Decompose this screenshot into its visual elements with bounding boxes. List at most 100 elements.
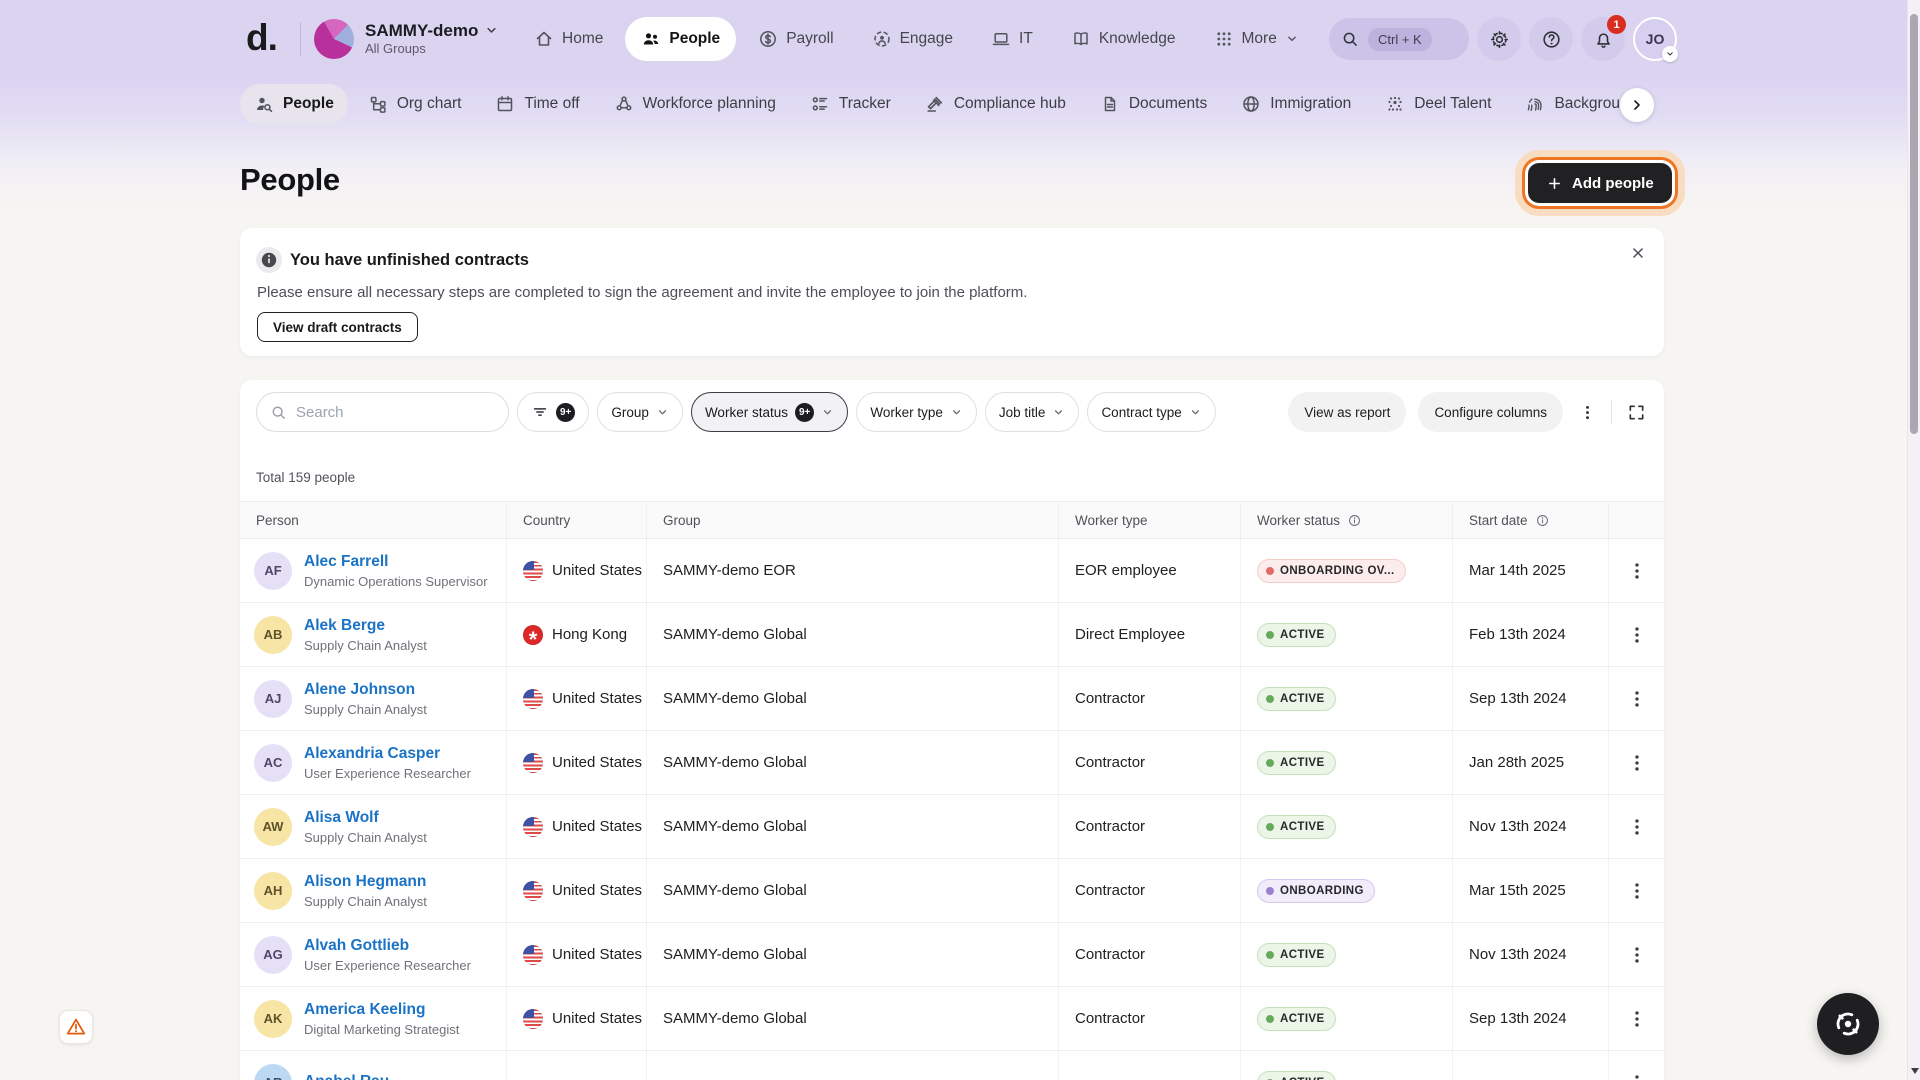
worker-type-cell: Direct Employee [1058,603,1240,666]
country-flag-icon [523,561,543,581]
primary-nav: Home People Payroll Engage IT Knowledge … [518,17,1315,61]
org-switcher[interactable]: SAMMY-demo All Groups [314,19,499,59]
status-dot [1266,631,1274,639]
search-icon [1341,30,1359,48]
document-icon [1100,94,1120,114]
status-dot [1266,887,1274,895]
record-icon [1833,1009,1863,1039]
sidebar-item-people[interactable]: People [240,84,348,124]
person-name-link[interactable]: Anabel Rau [304,1072,389,1080]
avatar: AH [254,872,292,910]
filter-worker-type[interactable]: Worker type [856,392,977,432]
column-header-person: Person [240,502,506,538]
country-name: Hong Kong [552,626,627,643]
status-dot [1266,567,1274,575]
vertical-scrollbar[interactable] [1907,0,1920,1080]
sidebar-item-time-off[interactable]: Time off [481,84,593,124]
configure-columns-button[interactable]: Configure columns [1418,392,1563,432]
sidebar-item-org-chart[interactable]: Org chart [354,84,476,124]
user-initials: JO [1646,31,1665,47]
scrollbar-thumb[interactable] [1910,14,1918,434]
table-row: AH Alison Hegmann Supply Chain Analyst U… [240,859,1664,923]
add-people-button[interactable]: Add people [1528,163,1672,203]
row-actions-kebab[interactable] [1626,944,1648,966]
warning-button[interactable] [59,1010,93,1044]
sidebar-item-workforce-planning[interactable]: Workforce planning [600,84,790,124]
person-name-link[interactable]: Alison Hegmann [304,872,427,892]
status-dot [1266,951,1274,959]
row-actions-kebab[interactable] [1626,752,1648,774]
info-icon[interactable] [1535,513,1550,528]
status-dot [1266,695,1274,703]
person-name-link[interactable]: Alvah Gottlieb [304,936,471,956]
page-title: People [240,162,340,198]
person-name-link[interactable]: Alek Berge [304,616,427,636]
screen-record-button[interactable] [1817,993,1879,1055]
notifications-button[interactable]: 1 [1581,17,1625,61]
sidebar-item-immigration[interactable]: Immigration [1227,84,1365,124]
country-flag-icon [523,689,543,709]
nav-it[interactable]: IT [975,17,1049,61]
nav-home[interactable]: Home [518,17,619,61]
search-input[interactable] [296,404,481,421]
info-icon[interactable] [1347,513,1362,528]
filters-button[interactable]: 9+ [517,392,589,432]
avatar: AJ [254,680,292,718]
view-as-report-button[interactable]: View as report [1288,392,1406,432]
filter-group[interactable]: Group [597,392,683,432]
chevron-down-icon [484,23,499,38]
worker-type-cell: Contractor [1058,731,1240,794]
group-cell: SAMMY-demo Global [646,987,1058,1050]
view-draft-contracts-button[interactable]: View draft contracts [257,312,418,342]
settings-button[interactable] [1477,17,1521,61]
person-name-link[interactable]: Alene Johnson [304,680,427,700]
filter-job-title[interactable]: Job title [985,392,1080,432]
help-button[interactable] [1529,17,1573,61]
avatar: AW [254,808,292,846]
person-job-title: Supply Chain Analyst [304,637,427,654]
person-name-link[interactable]: Alisa Wolf [304,808,427,828]
org-chart-icon [368,94,388,114]
sidebar-item-compliance-hub[interactable]: Compliance hub [911,84,1080,124]
nav-payroll[interactable]: Payroll [742,17,849,61]
nav-people[interactable]: People [625,17,736,61]
row-actions-kebab[interactable] [1626,560,1648,582]
filter-worker-status[interactable]: Worker status 9+ [691,392,848,432]
row-actions-kebab[interactable] [1626,624,1648,646]
filter-icon [531,403,549,421]
nav-knowledge[interactable]: Knowledge [1055,17,1192,61]
banner-close-button[interactable] [1628,244,1648,264]
filter-contract-type[interactable]: Contract type [1087,392,1215,432]
calendar-icon [495,94,515,114]
row-actions-kebab[interactable] [1626,688,1648,710]
scrollbar-down-arrow[interactable] [1911,1068,1919,1074]
person-name-link[interactable]: Alexandria Casper [304,744,471,764]
nav-engage[interactable]: Engage [856,17,969,61]
country-flag-icon [523,817,543,837]
status-badge: ACTIVE [1257,1007,1336,1031]
group-cell: SAMMY-demo Global [646,923,1058,986]
global-search[interactable]: Ctrl + K [1329,18,1469,60]
person-job-title: Supply Chain Analyst [304,893,427,910]
fullscreen-button[interactable] [1624,400,1648,424]
column-header-country: Country [506,502,646,538]
sidebar-item-documents[interactable]: Documents [1086,84,1221,124]
sidebar-item-deel-talent[interactable]: Deel Talent [1371,84,1505,124]
chevron-down-icon [950,406,963,419]
start-date-cell: Nov 13th 2024 [1452,795,1608,858]
chevron-down-icon [1189,406,1202,419]
book-icon [1071,29,1091,49]
row-actions-kebab[interactable] [1626,816,1648,838]
user-avatar[interactable]: JO [1633,17,1677,61]
table-search[interactable] [256,392,509,432]
row-actions-kebab[interactable] [1626,880,1648,902]
nav-more[interactable]: More [1198,17,1315,61]
row-actions-kebab[interactable] [1626,1008,1648,1030]
row-actions-kebab[interactable] [1626,1072,1648,1080]
subnav-scroll-right-button[interactable] [1620,88,1654,122]
person-name-link[interactable]: America Keeling [304,1000,459,1020]
person-name-link[interactable]: Alec Farrell [304,552,488,572]
banner-body: Please ensure all necessary steps are co… [257,284,1027,301]
sidebar-item-tracker[interactable]: Tracker [796,84,905,124]
more-options-kebab[interactable] [1575,400,1599,424]
